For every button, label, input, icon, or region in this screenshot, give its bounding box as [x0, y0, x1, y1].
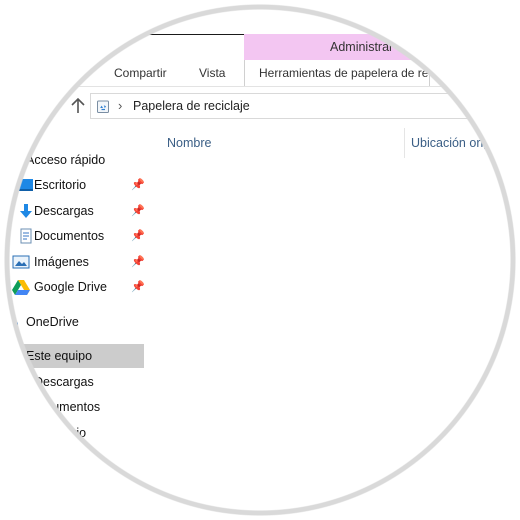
download-icon	[18, 203, 34, 219]
address-bar[interactable]: › Papelera de reciclaje	[90, 93, 520, 119]
google-drive-icon	[12, 279, 30, 295]
nav-item-label: Escritorio	[34, 426, 87, 440]
pin-icon[interactable]: 📌	[131, 275, 145, 299]
pin-icon[interactable]: 📌	[131, 224, 145, 248]
nav-item-documentos[interactable]: Documentos 📌	[14, 224, 164, 248]
pin-icon[interactable]: 📌	[131, 250, 145, 274]
nav-item-label: Documentos	[30, 400, 101, 414]
nav-item-label: OneDrive	[26, 315, 79, 329]
tab-compartir[interactable]: Compartir	[114, 60, 167, 86]
screenshot-stage: Administrar Compartir Vista Herramientas…	[0, 0, 520, 520]
file-explorer-window: Administrar Compartir Vista Herramientas…	[0, 0, 520, 520]
nav-item-label: Descargas	[34, 204, 94, 218]
nav-item-google-drive[interactable]: Google Drive 📌	[10, 275, 164, 299]
nav-item-imagenes[interactable]: Imágenes 📌	[10, 250, 164, 274]
documents-icon	[18, 228, 34, 244]
column-header-nombre[interactable]: Nombre	[167, 133, 211, 153]
up-arrow-icon[interactable]	[70, 97, 86, 115]
context-tab-header[interactable]: Administrar	[244, 34, 444, 60]
pin-icon[interactable]: 📌	[131, 199, 145, 223]
onedrive-icon	[8, 314, 18, 330]
pictures-icon	[12, 254, 30, 270]
breadcrumb-recycle-bin[interactable]: Papelera de reciclaje	[133, 94, 250, 118]
nav-quick-access-label: Acceso rápido	[26, 153, 106, 167]
tab-vista[interactable]: Vista	[199, 60, 225, 86]
nav-item-descargas[interactable]: Descargas 📌	[14, 199, 164, 223]
nav-item-label: Documentos	[34, 229, 105, 243]
nav-item-label: Google Drive	[34, 280, 107, 294]
tab-herramientas-papelera[interactable]: Herramientas de papelera de reciclaje	[244, 60, 430, 86]
nav-item-label: Este equipo	[26, 349, 93, 363]
column-header-ubicacion[interactable]: Ubicación original	[411, 133, 510, 153]
nav-item-label: Descargas	[34, 375, 94, 389]
ribbon-divider	[0, 86, 520, 87]
breadcrumb-chevron-icon[interactable]: ›	[118, 94, 122, 118]
nav-item-label: Imágenes	[34, 255, 89, 269]
desktop-icon	[18, 177, 34, 193]
title-bar-edge	[145, 34, 245, 35]
nav-item-escritorio[interactable]: Escritorio 📌	[14, 173, 164, 197]
recycle-bin-icon	[95, 98, 111, 114]
nav-item-label: Escritorio	[34, 178, 87, 192]
column-divider[interactable]	[404, 128, 405, 158]
pin-icon[interactable]: 📌	[131, 173, 145, 197]
ribbon-tabs: Compartir Vista Herramientas de papelera…	[0, 60, 520, 86]
